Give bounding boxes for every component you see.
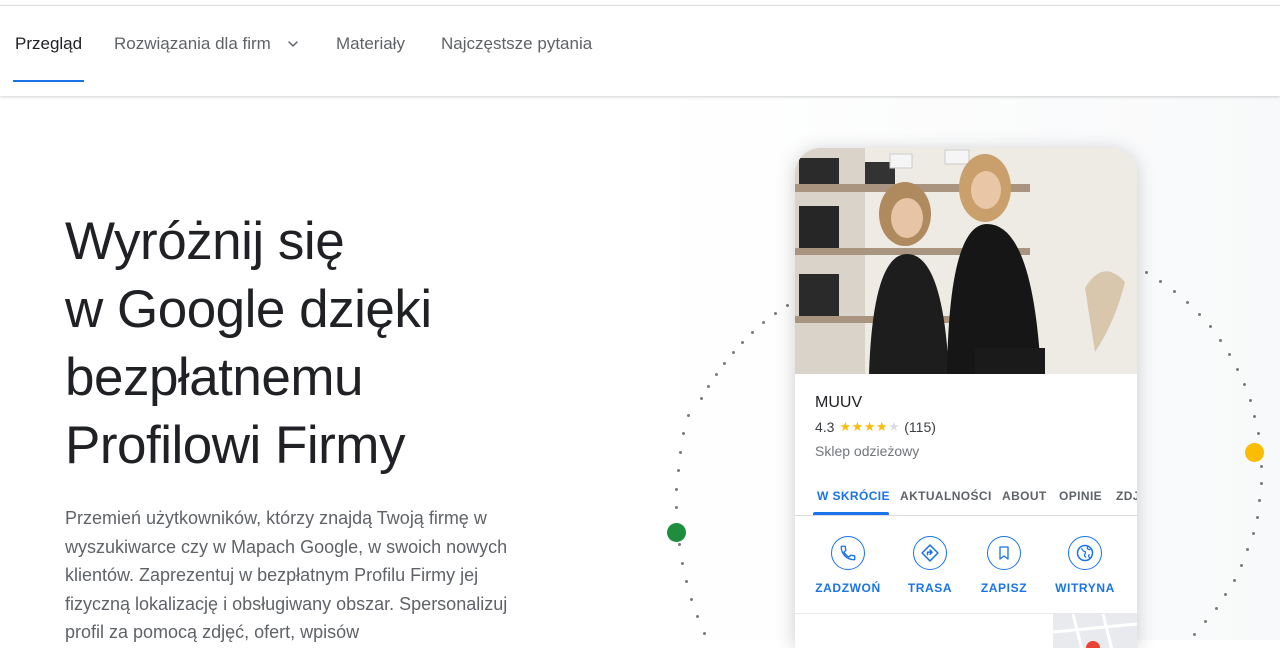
decorative-dot <box>1248 398 1252 402</box>
top-navigation: Przegląd Rozwiązania dla firm Materiały … <box>0 6 1280 96</box>
nav-tab-najczestsze-pytania[interactable]: Najczęstsze pytania <box>441 6 592 82</box>
decorative-dot <box>1214 607 1218 611</box>
business-category: Sklep odzieżowy <box>815 443 920 459</box>
tab-about[interactable]: ABOUT <box>1002 489 1047 503</box>
decorative-dot <box>1232 578 1236 582</box>
business-photo <box>795 148 1137 374</box>
directions-button[interactable]: TRASA <box>895 536 965 595</box>
action-label: WITRYNA <box>1055 581 1115 595</box>
decorative-dot <box>690 597 693 601</box>
save-button[interactable]: ZAPISZ <box>969 536 1039 595</box>
nav-tab-label: Najczęstsze pytania <box>441 34 593 53</box>
yellow-accent-dot <box>1245 443 1264 462</box>
decorative-dot <box>1240 563 1244 567</box>
hero-title: Wyróżnij się w Google dzięki bezpłatnemu… <box>65 208 625 480</box>
decorative-dot <box>1197 312 1201 316</box>
phone-icon <box>831 536 865 570</box>
decorative-dot <box>1192 632 1196 636</box>
hero-title-line: Profilowi Firmy <box>65 416 405 475</box>
decorative-dot <box>1172 289 1176 293</box>
decorative-dot <box>741 340 745 344</box>
decorative-dot <box>1228 352 1231 356</box>
tab-opinie[interactable]: OPINIE <box>1059 489 1102 503</box>
decorative-dot <box>675 487 679 491</box>
review-count[interactable]: (115) <box>904 419 936 435</box>
globe-icon <box>1068 536 1102 570</box>
decorative-dot <box>1236 367 1239 371</box>
star-rating-icon: ★★★★★ <box>839 419 901 434</box>
decorative-dot <box>686 414 690 418</box>
active-tab-indicator <box>813 512 889 515</box>
hero-description: Przemień użytkowników, którzy znajdą Two… <box>65 508 508 642</box>
tab-w-skrocie[interactable]: W SKRÓCIE <box>817 489 890 503</box>
decorative-dot <box>680 561 684 565</box>
hero-title-line: w Google dzięki <box>65 280 432 339</box>
business-profile-card: MUUV 4.3 ★★★★★ (115) Sklep odzieżowy W S… <box>795 148 1137 648</box>
decorative-dot <box>1256 431 1260 435</box>
decorative-dot <box>773 312 777 316</box>
website-button[interactable]: WITRYNA <box>1050 536 1120 595</box>
store-photo-illustration <box>795 148 1137 374</box>
green-accent-dot <box>667 523 686 542</box>
business-name: MUUV <box>815 394 863 411</box>
map-thumbnail[interactable] <box>1052 613 1137 648</box>
decorative-dot <box>731 351 735 355</box>
nav-tab-przeglad[interactable]: Przegląd <box>13 6 85 82</box>
directions-icon <box>913 536 947 570</box>
nav-tab-rozwiazania-dla-firm[interactable]: Rozwiązania dla firm <box>114 6 301 82</box>
decorative-dot <box>1185 300 1189 304</box>
hero-title-line: bezpłatnemu <box>65 348 363 407</box>
decorative-dot <box>722 362 726 365</box>
decorative-dot <box>1255 515 1259 519</box>
action-label: ZADZWOŃ <box>815 581 881 595</box>
nav-tab-materialy[interactable]: Materiały <box>336 6 405 82</box>
decorative-dot <box>1218 338 1222 342</box>
action-label: ZAPISZ <box>980 581 1028 595</box>
tab-aktualnosci[interactable]: AKTUALNOŚCI <box>900 489 992 503</box>
hero-title-line: Wyróżnij się <box>65 212 345 271</box>
chevron-down-icon <box>288 41 298 47</box>
nav-tab-label: Rozwiązania dla firm <box>114 34 271 53</box>
decorative-dot <box>785 303 789 307</box>
decorative-dot <box>678 450 682 454</box>
call-button[interactable]: ZADZWOŃ <box>813 536 883 595</box>
nav-tab-label: Materiały <box>336 34 405 53</box>
decorative-dot <box>1259 482 1263 485</box>
nav-tab-label: Przegląd <box>15 34 83 53</box>
decorative-dot <box>684 579 688 583</box>
tab-zdjecia[interactable]: ZDJ <box>1116 489 1137 503</box>
decorative-dot <box>1258 498 1262 502</box>
rating-value: 4.3 <box>815 419 835 435</box>
decorative-dot <box>676 469 680 472</box>
rating-row: 4.3 ★★★★★ (115) <box>815 419 936 435</box>
active-tab-indicator <box>13 80 85 82</box>
action-label: TRASA <box>907 581 953 595</box>
profile-tabs: W SKRÓCIE AKTUALNOŚCI ABOUT OPINIE ZDJ <box>795 478 1137 516</box>
decorative-dot <box>1251 531 1255 535</box>
decorative-dot <box>1145 270 1148 274</box>
bookmark-icon <box>987 536 1021 570</box>
